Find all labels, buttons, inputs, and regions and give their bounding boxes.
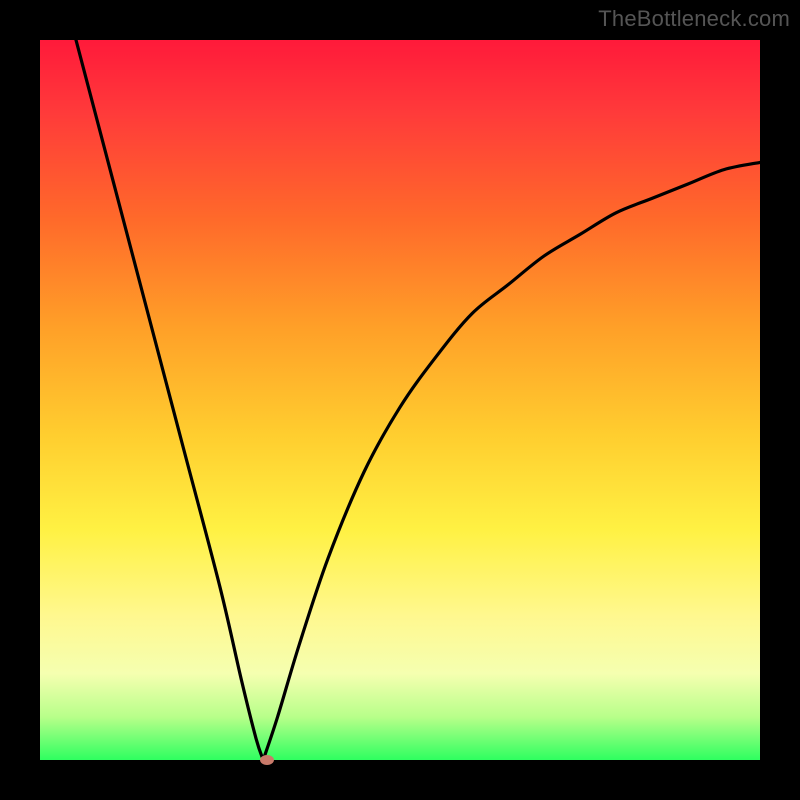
- gradient-plot-area: [40, 40, 760, 760]
- watermark-text: TheBottleneck.com: [598, 6, 790, 32]
- bottleneck-curve: [40, 40, 760, 760]
- outer-frame: TheBottleneck.com: [0, 0, 800, 800]
- minimum-marker: [260, 755, 274, 765]
- curve-path: [76, 40, 760, 760]
